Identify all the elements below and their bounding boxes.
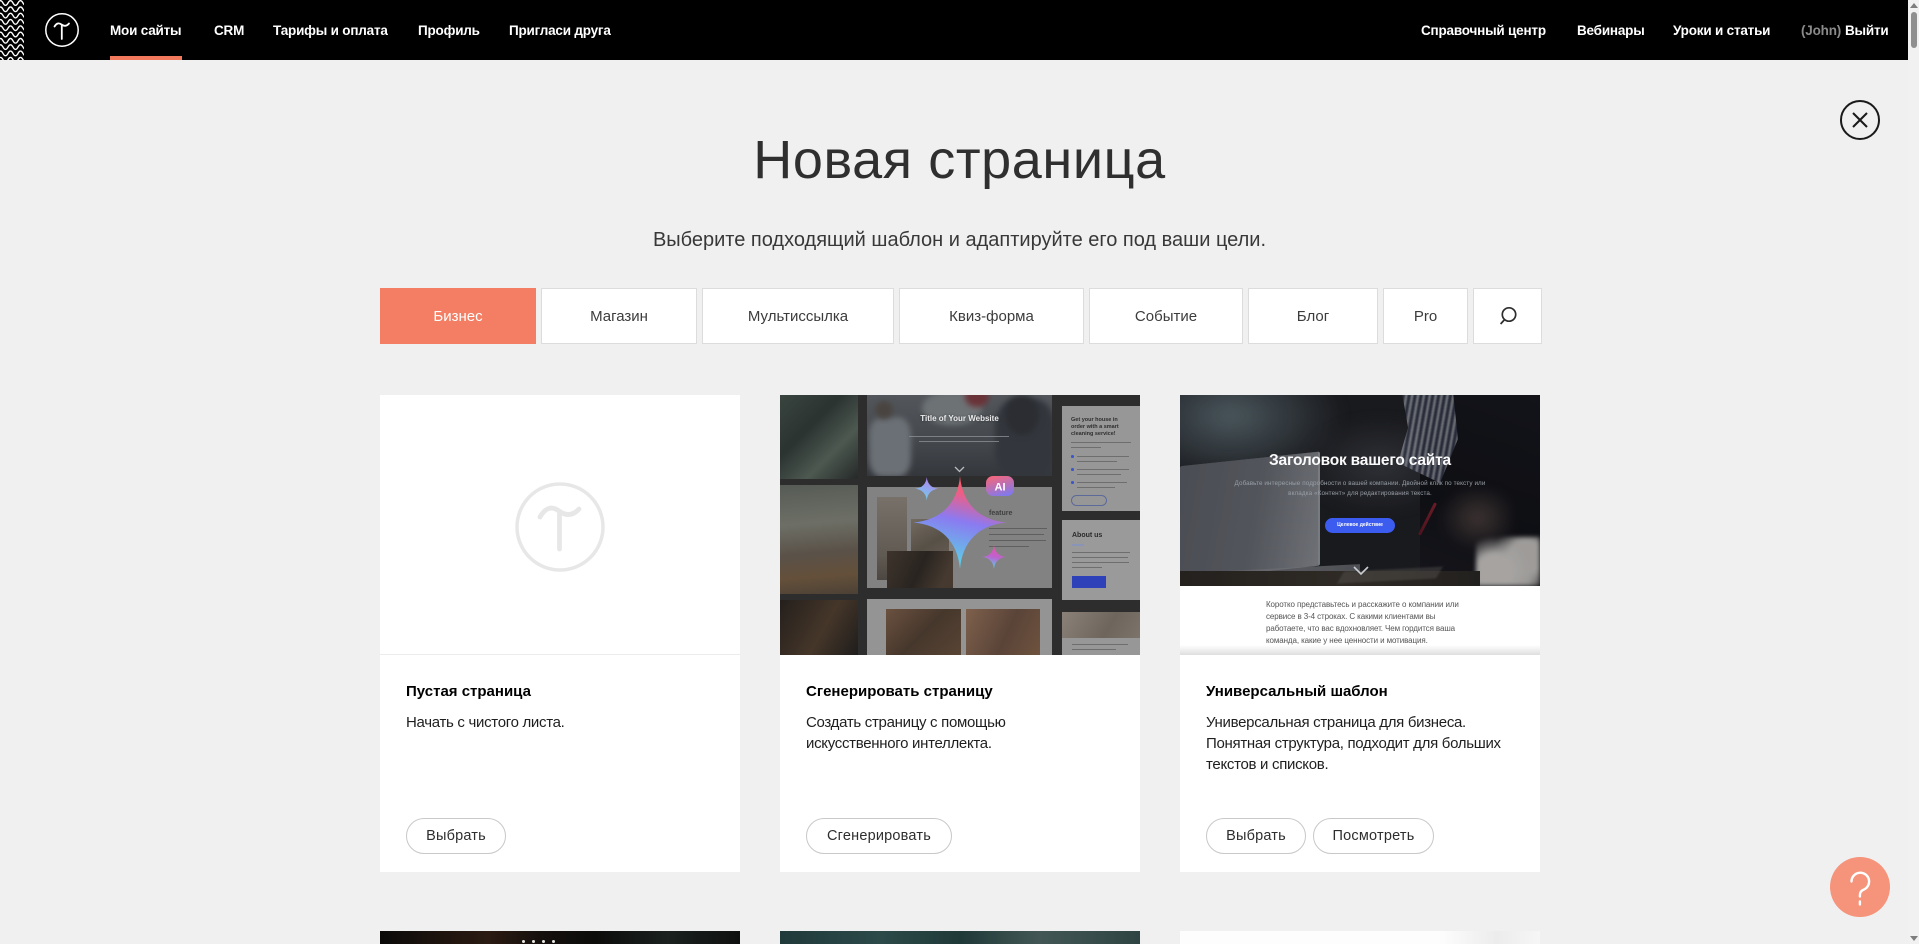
svg-text:AI: AI	[995, 482, 1006, 494]
